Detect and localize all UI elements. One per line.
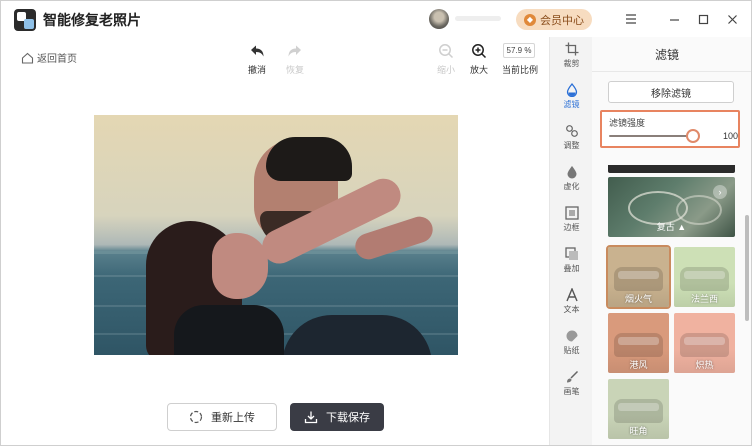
tool-sticker[interactable]: 贴纸 <box>550 328 593 356</box>
redo-icon <box>278 43 312 59</box>
redo-button[interactable]: 恢复 <box>278 43 312 76</box>
filter-strength-value: 100 <box>722 131 738 141</box>
app-window: 智能修复老照片 ◆ 会员中心 返回首页 撤消 恢复 缩小 放大 57.9 % 当… <box>0 0 752 446</box>
chevron-right-icon: › <box>713 185 727 199</box>
hamburger-icon[interactable] <box>621 9 641 29</box>
zoom-out-button[interactable]: 缩小 <box>429 43 463 76</box>
tool-crop-label: 裁剪 <box>563 59 580 68</box>
tool-brush-label: 画笔 <box>563 387 580 396</box>
download-save-button[interactable]: 下载保存 <box>290 403 384 431</box>
refresh-icon <box>189 410 203 424</box>
user-name-placeholder <box>455 16 501 21</box>
adjust-icon <box>550 123 593 139</box>
vip-center-label: 会员中心 <box>540 14 584 27</box>
current-ratio-label: 当前比例 <box>501 65 538 75</box>
tool-blur-label: 虚化 <box>563 182 580 191</box>
bus-image <box>680 267 729 291</box>
filter-thumbnail-gangfeng[interactable]: 港风 <box>608 313 669 373</box>
tool-frame[interactable]: 边框 <box>550 205 593 233</box>
back-home-label: 返回首页 <box>37 54 77 65</box>
tool-adjust-label: 调整 <box>563 141 580 150</box>
filter-thumbnail-falanxi[interactable]: 法兰西 <box>674 247 735 307</box>
filter-panel-title: 滤镜 <box>654 48 679 62</box>
undo-icon <box>240 43 274 59</box>
zoom-value-display: 57.9 % <box>503 43 535 58</box>
avatar[interactable] <box>429 9 449 29</box>
bus-image <box>614 399 663 423</box>
tool-filter[interactable]: 滤镜 <box>550 82 593 110</box>
photo-woman-face <box>212 233 268 299</box>
panel-divider <box>592 71 751 72</box>
filter-thumbnail-label: 港风 <box>629 360 648 370</box>
text-icon <box>550 287 593 303</box>
tool-text-label: 文本 <box>563 305 580 314</box>
sticker-icon <box>550 328 593 344</box>
tool-adjust[interactable]: 调整 <box>550 123 593 151</box>
frame-icon <box>550 205 593 221</box>
photo-man-body <box>282 315 432 355</box>
back-home-button[interactable]: 返回首页 <box>21 50 77 65</box>
filter-thumbnail-yanhuoqi[interactable]: 烟火气 <box>606 245 671 309</box>
download-icon <box>304 411 318 424</box>
title-bar: 智能修复老照片 ◆ 会员中心 <box>1 1 751 37</box>
zoom-in-icon <box>462 43 496 59</box>
reupload-label: 重新上传 <box>211 412 255 424</box>
filter-thumbnail-chire[interactable]: 炽热 <box>674 313 735 373</box>
strength-slider-thumb[interactable] <box>686 129 700 143</box>
filter-category-strip <box>608 165 735 173</box>
filter-panel: 滤镜 移除滤镜 滤镜强度 100 › 复古 ▲ 烟火气 法兰西 港风 炽热 旺角 <box>592 37 751 445</box>
tool-text[interactable]: 文本 <box>550 287 593 315</box>
filter-thumbnail-label: 旺角 <box>629 426 648 436</box>
photo-woman-body <box>174 305 284 355</box>
filter-thumbnail-label: 法兰西 <box>690 294 718 304</box>
diamond-icon: ◆ <box>524 13 536 26</box>
filter-category-retro[interactable]: › 复古 ▲ <box>608 177 735 237</box>
home-icon <box>21 52 34 64</box>
app-title: 智能修复老照片 <box>43 12 141 28</box>
filter-panel-scrollbar[interactable] <box>745 215 749 321</box>
zoom-out-icon <box>429 43 463 59</box>
blur-drop-icon <box>550 164 593 180</box>
remove-filter-button[interactable]: 移除滤镜 <box>608 81 734 103</box>
filter-thumbnail-label: 烟火气 <box>624 294 652 304</box>
tool-overlay[interactable]: 叠加 <box>550 246 593 274</box>
vip-center-button[interactable]: ◆ 会员中心 <box>516 9 592 30</box>
tool-blur[interactable]: 虚化 <box>550 164 593 192</box>
strength-slider-track[interactable] <box>609 135 693 137</box>
zoom-out-label: 缩小 <box>436 65 455 75</box>
redo-label: 恢复 <box>285 65 304 75</box>
filter-thumbnail-label: 炽热 <box>695 360 714 370</box>
filter-strength-control: 滤镜强度 100 <box>600 110 740 148</box>
bus-image <box>614 267 663 291</box>
edited-photo <box>94 115 458 355</box>
tool-crop[interactable]: 裁剪 <box>550 41 593 69</box>
tool-filter-label: 滤镜 <box>563 100 580 109</box>
filter-category-label: 复古 ▲ <box>656 222 687 232</box>
tool-sticker-label: 贴纸 <box>563 346 580 355</box>
overlay-icon <box>550 246 593 262</box>
tool-frame-label: 边框 <box>563 223 580 232</box>
tool-overlay-label: 叠加 <box>563 264 580 273</box>
crop-icon <box>550 41 593 57</box>
filter-thumbnail-wangjiao[interactable]: 旺角 <box>608 379 669 439</box>
app-logo-icon <box>14 9 36 31</box>
zoom-in-label: 放大 <box>469 65 488 75</box>
bus-image <box>614 333 663 357</box>
reupload-button[interactable]: 重新上传 <box>167 403 277 431</box>
download-save-label: 下载保存 <box>326 412 370 424</box>
brush-icon <box>550 369 593 385</box>
undo-button[interactable]: 撤消 <box>240 43 274 76</box>
minimize-icon[interactable] <box>664 9 684 29</box>
photo-man-hair <box>266 137 352 181</box>
filter-strength-label: 滤镜强度 <box>609 118 646 128</box>
bus-image <box>680 333 729 357</box>
close-icon[interactable] <box>722 9 742 29</box>
filter-drop-icon <box>550 82 593 98</box>
tool-sidebar: 裁剪 滤镜 调整 虚化 边框 叠加 文本 贴纸 画笔 <box>549 37 592 445</box>
maximize-icon[interactable] <box>693 9 713 29</box>
undo-label: 撤消 <box>247 65 266 75</box>
tool-brush[interactable]: 画笔 <box>550 369 593 397</box>
zoom-in-button[interactable]: 放大 <box>462 43 496 76</box>
